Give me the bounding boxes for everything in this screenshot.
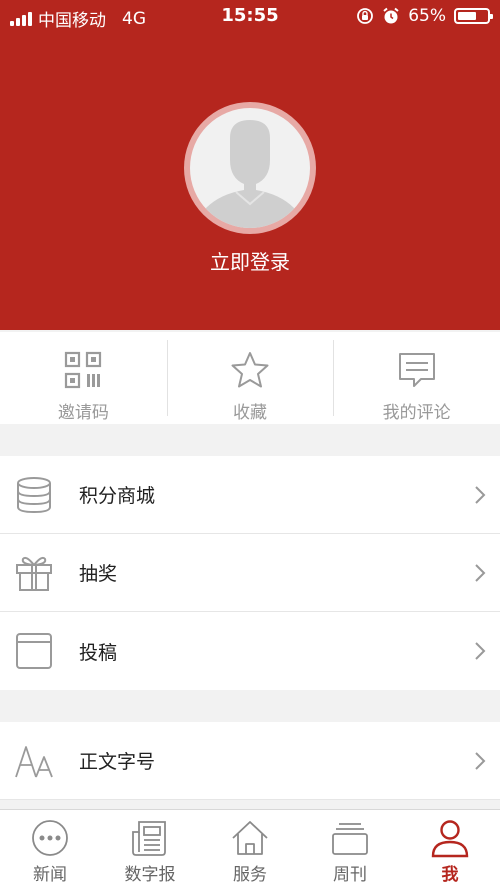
- menu-item-lottery[interactable]: 抽奖: [0, 534, 500, 612]
- qr-code-icon: [65, 351, 102, 389]
- chevron-right-icon: [475, 486, 486, 504]
- menu-item-points-mall-label: 积分商城: [79, 485, 156, 507]
- rotation-lock-icon: [357, 8, 374, 24]
- quick-my-comments[interactable]: 我的评论: [333, 332, 500, 424]
- status-right: 65%: [356, 6, 493, 26]
- database-icon: [17, 477, 51, 514]
- menu-item-font-size[interactable]: 正文字号: [0, 722, 500, 800]
- chevron-right-icon: [475, 752, 486, 770]
- battery-percent: 65%: [408, 6, 446, 26]
- quick-favorites[interactable]: 收藏: [166, 332, 334, 424]
- gift-icon: [16, 556, 52, 591]
- login-link[interactable]: 立即登录: [0, 246, 500, 275]
- window-icon: [16, 633, 52, 669]
- person-silhouette-icon: [206, 120, 294, 228]
- alarm-icon: [383, 7, 399, 24]
- tab-me[interactable]: 我: [400, 810, 500, 887]
- tab-news-label: 新闻: [33, 865, 67, 885]
- menu-item-submission-label: 投稿: [79, 641, 118, 664]
- user-icon: [431, 820, 469, 858]
- avatar-placeholder: [190, 108, 310, 228]
- quick-actions: 邀请码 收藏 我的评论: [0, 332, 500, 424]
- profile-header: 中国移动 4G 15:55 65% 立即登录: [0, 0, 500, 330]
- quick-my-comments-label: 我的评论: [382, 403, 451, 423]
- tab-services-label: 服务: [233, 865, 267, 885]
- tab-me-label: 我: [441, 865, 459, 885]
- tab-weekly-label: 周刊: [333, 865, 367, 885]
- menu-item-lottery-label: 抽奖: [79, 563, 118, 585]
- tab-news[interactable]: 新闻: [0, 810, 100, 887]
- tab-weekly[interactable]: 周刊: [300, 810, 400, 887]
- bottom-tab-bar: 新闻 数字报 服务 周刊 我: [0, 809, 500, 887]
- menu-item-submission[interactable]: 投稿: [0, 612, 500, 690]
- quick-invite-code-label: 邀请码: [57, 403, 109, 423]
- chevron-right-icon: [475, 564, 486, 582]
- tab-digital-paper-label: 数字报: [124, 865, 176, 885]
- quick-favorites-label: 收藏: [233, 403, 267, 423]
- battery-icon: [454, 8, 493, 24]
- font-size-icon: [15, 746, 53, 778]
- news-icon: [32, 820, 68, 856]
- star-icon: [231, 352, 269, 388]
- newspaper-icon: [132, 821, 166, 856]
- quick-invite-code[interactable]: 邀请码: [0, 332, 167, 424]
- comment-icon: [398, 353, 435, 387]
- menu-group-2: 正文字号: [0, 722, 500, 800]
- tab-services[interactable]: 服务: [200, 810, 300, 887]
- chevron-right-icon: [475, 642, 486, 660]
- avatar[interactable]: [184, 102, 316, 234]
- menu-group-1: 积分商城 抽奖 投稿: [0, 456, 500, 690]
- menu-item-points-mall[interactable]: 积分商城: [0, 456, 500, 534]
- home-icon: [232, 821, 268, 855]
- status-bar: 中国移动 4G 15:55 65%: [0, 0, 500, 34]
- tab-digital-paper[interactable]: 数字报: [100, 810, 200, 887]
- weekly-icon: [332, 823, 368, 855]
- menu-item-font-size-label: 正文字号: [79, 751, 156, 773]
